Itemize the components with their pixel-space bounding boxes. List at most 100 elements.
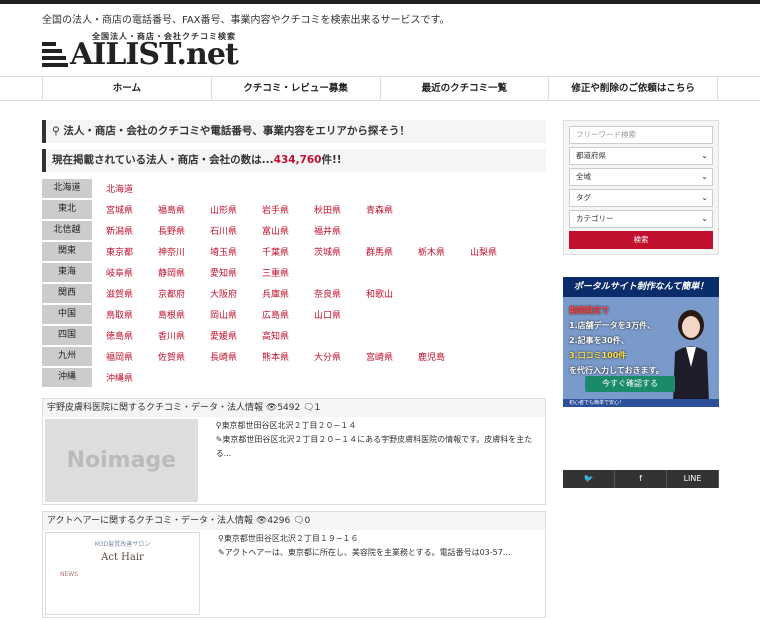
region-row: 沖縄 沖縄県	[42, 367, 546, 388]
main-content: ⚲ 法人・商店・会社のクチコミや電話番号、事業内容をエリアから探そう！ 現在掲載…	[42, 120, 546, 618]
chevron-down-icon: ⌄	[701, 172, 708, 181]
prefecture-link[interactable]: 和歌山	[366, 287, 418, 300]
portal-banner[interactable]: ポータルサイト制作なんて簡単！ 期間限定で 1.店舗データを3万件、 2.記事を…	[563, 277, 719, 407]
prefecture-link[interactable]: 広島県	[262, 308, 314, 321]
nav-recent-reviews[interactable]: 最近のクチコミ一覧	[379, 77, 549, 100]
category-select[interactable]: カテゴリー ⌄	[569, 210, 713, 228]
region-row: 東北 宮城県 福島県 山形県 岩手県 秋田県 青森県	[42, 199, 546, 220]
region-label: 北海道	[42, 179, 92, 198]
nav-home[interactable]: ホーム	[42, 77, 211, 100]
prefecture-link[interactable]: 香川県	[158, 329, 210, 342]
prefecture-link[interactable]: 兵庫県	[262, 287, 314, 300]
prefecture-link[interactable]: 島根県	[158, 308, 210, 321]
prefecture-link[interactable]: 大分県	[314, 350, 366, 363]
chevron-down-icon: ⌄	[701, 193, 708, 202]
prefecture-link[interactable]: 滋賀県	[106, 287, 158, 300]
region-label: 四国	[42, 326, 92, 345]
prefecture-link[interactable]: 徳島県	[106, 329, 158, 342]
search-input[interactable]: フリーワード検索	[569, 126, 713, 144]
prefecture-link[interactable]: 宮崎県	[366, 350, 418, 363]
prefecture-link[interactable]: 福島県	[158, 203, 210, 216]
prefecture-link[interactable]: 山形県	[210, 203, 262, 216]
nav-review-recruit[interactable]: クチコミ・レビュー募集	[210, 77, 380, 100]
area-search-heading: ⚲ 法人・商店・会社のクチコミや電話番号、事業内容をエリアから探そう！	[42, 120, 546, 143]
listing-title[interactable]: アクトヘアーに関するクチコミ・データ・法人情報 👁4296 🗨0	[43, 512, 545, 530]
region-label: 沖縄	[42, 368, 92, 387]
prefecture-link[interactable]: 長崎県	[210, 350, 262, 363]
prefecture-link[interactable]: 山梨県	[470, 245, 522, 258]
region-label: 九州	[42, 347, 92, 366]
thumb-logo: Act Hair	[101, 552, 144, 563]
listing-card: 宇野皮膚科医院に関するクチコミ・データ・法人情報 👁5492 🗨1 Noimag…	[42, 398, 546, 505]
listing-address: ⚲東京都世田谷区北沢２丁目２０−１４	[215, 421, 357, 430]
main-nav: ホーム クチコミ・レビュー募集 最近のクチコミ一覧 修正や削除のご依頼はこちら	[0, 76, 760, 101]
prefecture-link[interactable]: 栃木県	[418, 245, 470, 258]
nav-correction-request[interactable]: 修正や削除のご依頼はこちら	[548, 77, 718, 100]
prefecture-link[interactable]: 福岡県	[106, 350, 158, 363]
share-bar: 🐦 f LINE	[563, 470, 719, 488]
comment-icon: 🗨	[303, 403, 315, 413]
chevron-down-icon: ⌄	[701, 151, 708, 160]
tag-select[interactable]: タグ ⌄	[569, 189, 713, 207]
prefecture-link[interactable]: 秋田県	[314, 203, 366, 216]
prefecture-link[interactable]: 埼玉県	[210, 245, 262, 258]
region-row: 北信越 新潟県 長野県 石川県 富山県 福井県	[42, 220, 546, 241]
comment-icon: 🗨	[293, 516, 305, 526]
prefecture-link[interactable]: 沖縄県	[106, 371, 158, 384]
prefecture-link[interactable]: 群馬県	[366, 245, 418, 258]
prefecture-link[interactable]: 奈良県	[314, 287, 366, 300]
region-row: 北海道 北海道	[42, 178, 546, 199]
prefecture-link[interactable]: 三重県	[262, 266, 314, 279]
prefecture-link[interactable]: 岩手県	[262, 203, 314, 216]
region-table: 北海道 北海道 東北 宮城県 福島県 山形県 岩手県 秋田県 青森県 北信越 新潟県 長野県 石川県 富山…	[42, 178, 546, 388]
twitter-icon[interactable]: 🐦	[563, 470, 615, 488]
banner-title: ポータルサイト制作なんて簡単！	[563, 277, 719, 297]
line-icon[interactable]: LINE	[667, 470, 719, 488]
prefecture-link[interactable]: 長野県	[158, 224, 210, 237]
prefecture-link[interactable]: 山口県	[314, 308, 366, 321]
area-select[interactable]: 全域 ⌄	[569, 168, 713, 186]
prefecture-link[interactable]: 新潟県	[106, 224, 158, 237]
prefecture-link[interactable]: 千葉県	[262, 245, 314, 258]
prefecture-link[interactable]: 大阪府	[210, 287, 262, 300]
prefecture-link[interactable]: 富山県	[262, 224, 314, 237]
listing-card: アクトヘアーに関するクチコミ・データ・法人情報 👁4296 🗨0 M3D髪質改善…	[42, 511, 546, 618]
prefecture-link[interactable]: 鹿児島	[418, 350, 470, 363]
thumb-news: NEWS	[60, 571, 79, 578]
region-row: 中国 鳥取県 島根県 岡山県 広島県 山口県	[42, 304, 546, 325]
search-button[interactable]: 検索	[569, 231, 713, 249]
prefecture-link[interactable]: 京都府	[158, 287, 210, 300]
region-label: 北信越	[42, 221, 92, 240]
listing-count: 434,760	[273, 154, 322, 166]
thumb-caption: M3D髪質改善サロン	[94, 541, 151, 548]
prefecture-link[interactable]: 佐賀県	[158, 350, 210, 363]
prefecture-link[interactable]: 鳥取県	[106, 308, 158, 321]
logo-subtitle: 全国法人・商店・会社クチコミ検索	[92, 32, 236, 41]
prefecture-link[interactable]: 静岡県	[158, 266, 210, 279]
listing-thumbnail[interactable]: M3D髪質改善サロン Act Hair NEWS	[45, 532, 200, 615]
prefecture-link[interactable]: 岡山県	[210, 308, 262, 321]
prefecture-link[interactable]: 熊本県	[262, 350, 314, 363]
region-row: 九州 福岡県 佐賀県 長崎県 熊本県 大分県 宮崎県 鹿児島	[42, 346, 546, 367]
prefecture-link[interactable]: 茨城県	[314, 245, 366, 258]
prefecture-select[interactable]: 都道府県 ⌄	[569, 147, 713, 165]
facebook-icon[interactable]: f	[615, 470, 667, 488]
prefecture-link[interactable]: 岐阜県	[106, 266, 158, 279]
listing-title[interactable]: 宇野皮膚科医院に関するクチコミ・データ・法人情報 👁5492 🗨1	[43, 399, 545, 417]
person-illustration-icon	[673, 310, 709, 402]
prefecture-link[interactable]: 石川県	[210, 224, 262, 237]
prefecture-link[interactable]: 青森県	[366, 203, 418, 216]
prefecture-link[interactable]: 愛媛県	[210, 329, 262, 342]
site-logo[interactable]: 全国法人・商店・会社クチコミ検索 AILIST.net	[42, 32, 239, 70]
site-header: 全国の法人・商店の電話番号、FAX番号、事業内容やクチコミを検索出来るサービスで…	[0, 4, 760, 76]
prefecture-link[interactable]: 愛知県	[210, 266, 262, 279]
prefecture-link[interactable]: 神奈川	[158, 245, 210, 258]
listing-thumbnail[interactable]: Noimage	[45, 419, 198, 502]
prefecture-link[interactable]: 高知県	[262, 329, 314, 342]
banner-cta-button[interactable]: 今すぐ確認する	[585, 376, 675, 392]
prefecture-link[interactable]: 福井県	[314, 224, 366, 237]
region-label: 中国	[42, 305, 92, 324]
prefecture-link[interactable]: 北海道	[106, 182, 158, 195]
prefecture-link[interactable]: 東京都	[106, 245, 158, 258]
prefecture-link[interactable]: 宮城県	[106, 203, 158, 216]
